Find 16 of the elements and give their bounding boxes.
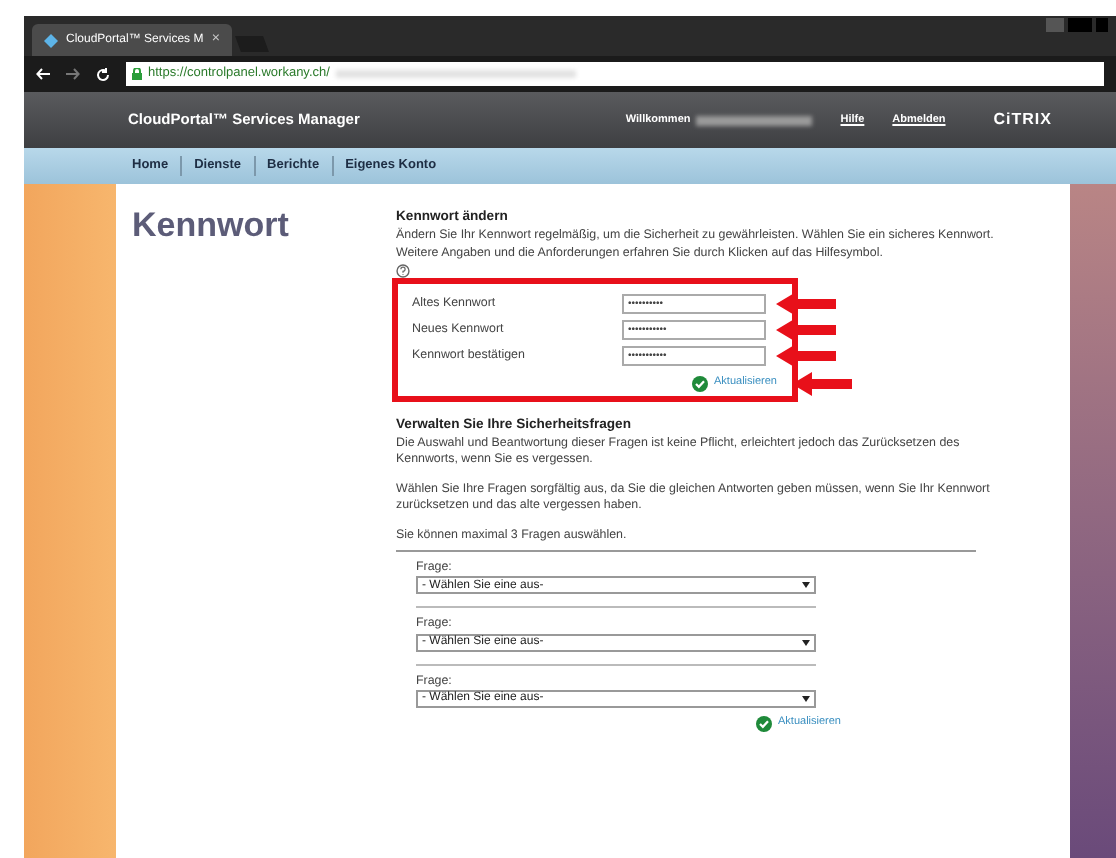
- lock-icon: [132, 68, 142, 80]
- logo: CiTRIX: [993, 108, 1052, 132]
- checkmark-icon: [756, 715, 772, 732]
- page-title: Kennwort: [132, 204, 291, 248]
- reload-icon[interactable]: [96, 67, 110, 81]
- arrow-annotation: [776, 291, 836, 316]
- back-icon[interactable]: [36, 68, 50, 80]
- dropdown-caret-icon: [802, 639, 810, 646]
- logo-icon: [44, 33, 58, 47]
- checkmark-icon: [692, 375, 708, 392]
- arrow-annotation: [776, 343, 836, 368]
- arrow-annotation: [776, 317, 836, 342]
- dropdown-caret-icon: [802, 582, 810, 589]
- help-icon[interactable]: [396, 263, 410, 278]
- forward-icon[interactable]: [66, 68, 80, 80]
- dropdown-caret-icon: [802, 695, 810, 702]
